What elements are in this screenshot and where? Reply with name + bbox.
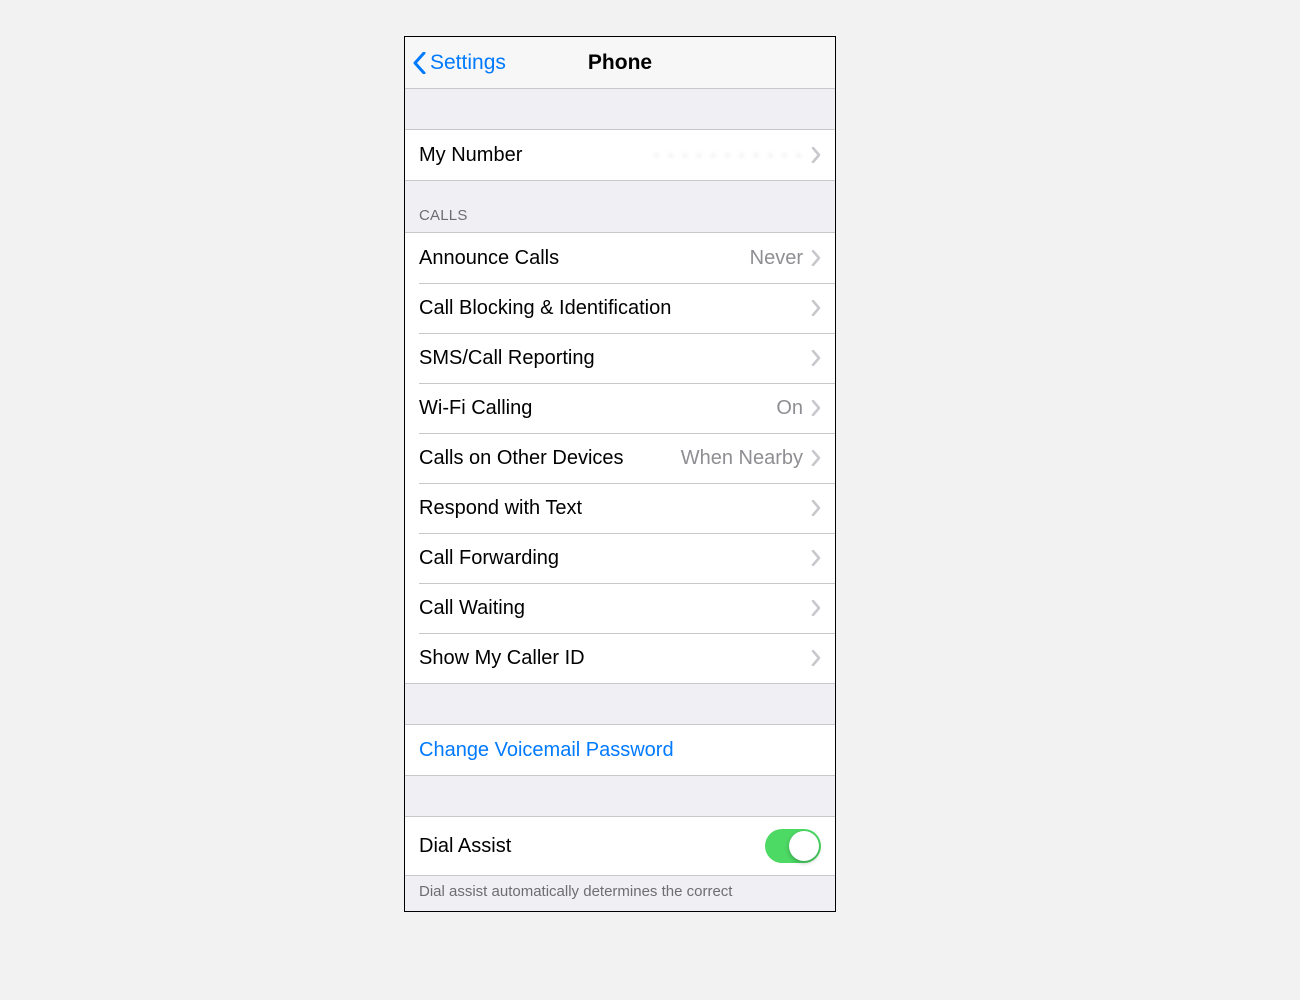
chevron-right-icon (811, 600, 821, 616)
cell-label: SMS/Call Reporting (419, 347, 811, 370)
my-number-group: My Number · · · · · · · · · · · (405, 129, 835, 181)
wifi-calling-cell[interactable]: Wi-Fi Calling On (405, 383, 835, 433)
cell-label: My Number (419, 144, 653, 167)
page-title: Phone (588, 51, 652, 75)
cell-label: Respond with Text (419, 497, 811, 520)
chevron-right-icon (811, 250, 821, 266)
back-label: Settings (430, 51, 506, 75)
cell-label: Dial Assist (419, 835, 765, 858)
nav-bar: Settings Phone (405, 37, 835, 89)
dial-assist-footer: Dial assist automatically determines the… (405, 876, 835, 902)
my-number-cell[interactable]: My Number · · · · · · · · · · · (405, 130, 835, 180)
cell-label: Calls on Other Devices (419, 447, 681, 470)
my-number-value: · · · · · · · · · · · (653, 144, 803, 167)
cell-label: Call Blocking & Identification (419, 297, 811, 320)
chevron-right-icon (811, 147, 821, 163)
back-button[interactable]: Settings (410, 37, 506, 88)
calls-group: Announce Calls Never Call Blocking & Ide… (405, 232, 835, 684)
calls-section-header: CALLS (405, 207, 835, 232)
show-my-caller-id-cell[interactable]: Show My Caller ID (405, 633, 835, 683)
spacer (405, 684, 835, 724)
cell-label: Show My Caller ID (419, 647, 811, 670)
toggle-knob (789, 831, 819, 861)
chevron-right-icon (811, 650, 821, 666)
chevron-right-icon (811, 450, 821, 466)
settings-content: My Number · · · · · · · · · · · CALLS An… (405, 89, 835, 911)
cell-label: Call Waiting (419, 597, 811, 620)
announce-calls-cell[interactable]: Announce Calls Never (405, 233, 835, 283)
chevron-right-icon (811, 300, 821, 316)
dial-assist-cell: Dial Assist (405, 817, 835, 875)
chevron-right-icon (811, 400, 821, 416)
dial-assist-toggle[interactable] (765, 829, 821, 863)
respond-with-text-cell[interactable]: Respond with Text (405, 483, 835, 533)
cell-label: Wi-Fi Calling (419, 397, 776, 420)
change-voicemail-password-cell[interactable]: Change Voicemail Password (405, 725, 835, 775)
cell-label: Call Forwarding (419, 547, 811, 570)
calls-other-devices-cell[interactable]: Calls on Other Devices When Nearby (405, 433, 835, 483)
cell-value: Never (750, 247, 803, 270)
sms-call-reporting-cell[interactable]: SMS/Call Reporting (405, 333, 835, 383)
voicemail-group: Change Voicemail Password (405, 724, 835, 776)
chevron-right-icon (811, 550, 821, 566)
spacer (405, 89, 835, 129)
chevron-left-icon (410, 49, 428, 77)
phone-settings-screen: Settings Phone My Number · · · · · · · ·… (404, 36, 836, 912)
call-blocking-cell[interactable]: Call Blocking & Identification (405, 283, 835, 333)
call-forwarding-cell[interactable]: Call Forwarding (405, 533, 835, 583)
chevron-right-icon (811, 350, 821, 366)
cell-label: Announce Calls (419, 247, 750, 270)
cell-value: On (776, 397, 803, 420)
dial-assist-group: Dial Assist (405, 816, 835, 876)
cell-value: When Nearby (681, 447, 803, 470)
cell-label: Change Voicemail Password (419, 739, 821, 762)
spacer (405, 776, 835, 816)
chevron-right-icon (811, 500, 821, 516)
call-waiting-cell[interactable]: Call Waiting (405, 583, 835, 633)
